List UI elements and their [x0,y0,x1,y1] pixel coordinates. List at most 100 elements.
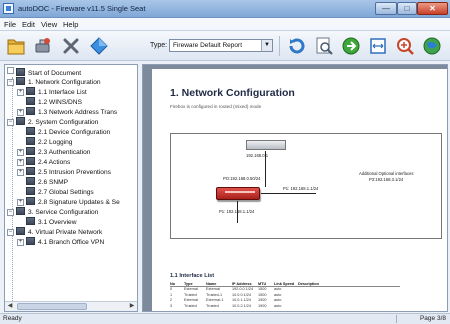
type-label: Type: [150,42,168,49]
table-cell: External [184,287,198,292]
tree-item-label: Start of Document [28,70,82,77]
refresh-icon[interactable] [286,35,308,57]
table-cell: Trusted [184,292,197,297]
diamond-icon[interactable] [88,35,110,57]
page-icon [26,137,35,145]
wrench-cross-icon[interactable] [60,35,82,57]
tree-item-service-config[interactable]: − 3. Service Configuration [7,207,98,217]
expand-icon[interactable]: + [17,89,24,96]
tree-item-interface-list[interactable]: +1.1 Interface List [17,87,87,97]
tree-item-system-config[interactable]: − 2. System Configuration [7,117,98,127]
tree-item-network-config[interactable]: − 1. Network Configuration [7,77,101,87]
table-cell: Trusted-1 [206,292,223,297]
minimize-button[interactable]: — [375,2,397,15]
document-viewer[interactable]: 1. Network Configuration Firebox is conf… [142,64,448,312]
expand-icon[interactable]: + [17,199,24,206]
table-cell: External [206,287,220,292]
folder-icon[interactable] [5,35,27,57]
table-cell: Type [184,282,193,286]
tree-item-wins-dns[interactable]: 1.2 WINS/DNS [26,97,82,107]
tree-item-label: 2.6 SNMP [38,179,69,186]
expand-icon[interactable]: + [17,239,24,246]
table-cell: Name [206,282,217,286]
collapse-icon[interactable]: − [7,209,14,216]
menu-view[interactable]: View [41,20,57,29]
tree-item-label: 3.1 Overview [38,219,77,226]
table-cell: 2 [170,298,173,303]
zoom-in-icon[interactable] [394,35,416,57]
page-icon [26,187,35,195]
report-type-value: Fireware Default Report [173,42,242,49]
globe-icon[interactable] [421,35,443,57]
uplink-line [265,151,266,187]
toolbar: Type: Fireware Default Report ▼ [0,31,450,61]
page-icon [26,167,35,175]
tree-item-global-settings[interactable]: 2.7 Global Settings [26,187,94,197]
fw-bottom-ip-label: P1: 192.168.1.1/24 [219,209,255,214]
table-cell: 1 [170,292,173,297]
table-cell: 1500 [258,298,267,303]
page-icon [16,77,25,85]
table-cell: auto [274,292,282,297]
scroll-left-icon[interactable]: ◀ [5,302,15,311]
fit-width-icon[interactable] [367,35,389,57]
table-cell: Link Speed [274,282,295,286]
chevron-down-icon[interactable]: ▼ [261,40,272,51]
tree-toggle[interactable] [7,67,14,74]
document-outline-tree[interactable]: Start of Document − 1. Network Configurat… [4,64,138,312]
tree-item-snmp[interactable]: 2.6 SNMP [26,177,68,187]
network-diagram: 192.168.0.1 PO:192.168.0.50/24 P1: 192.1… [170,133,442,239]
page-icon [16,227,25,235]
title-bar[interactable]: autoDOC - Fireware v11.5 Single Seat — □… [0,0,450,18]
scroll-right-icon[interactable]: ▶ [127,302,137,311]
tree-item-label: 2.3 Authentication [38,149,91,156]
go-icon[interactable] [340,35,362,57]
switch-icon [246,140,286,150]
expand-icon[interactable]: + [17,159,24,166]
tree-item-start[interactable]: Start of Document [7,67,81,77]
tree-item-nat[interactable]: +1.3 Network Address Trans [17,107,117,117]
page-icon [26,107,35,115]
collapse-icon[interactable]: − [7,229,14,236]
menu-file[interactable]: File [4,20,16,29]
zoom-page-icon[interactable] [313,35,335,57]
table-cell: External-1 [206,298,224,303]
table-cell: auto [274,303,282,308]
horizontal-scrollbar[interactable]: ◀ ▶ [5,301,137,311]
document-heading: 1. Network Configuration [170,87,295,99]
expand-icon[interactable]: + [17,169,24,176]
tree-item-logging[interactable]: 2.2 Logging [26,137,72,147]
menu-help[interactable]: Help [63,20,78,29]
tree-item-signature-updates[interactable]: +2.8 Signature Updates & Se [17,197,120,207]
table-cell: 1500 [258,287,267,292]
report-type-select[interactable]: Fireware Default Report ▼ [169,39,273,52]
tools-icon[interactable] [32,35,54,57]
tree-item-actions[interactable]: +2.4 Actions [17,157,70,167]
collapse-icon[interactable]: − [7,79,14,86]
close-button[interactable]: ✕ [417,2,448,15]
table-cell: 10.0.2.1/24 [232,303,252,308]
tree-item-authentication[interactable]: +2.3 Authentication [17,147,90,157]
tree-item-device-config[interactable]: 2.1 Device Configuration [26,127,110,137]
report-page: 1. Network Configuration Firebox is conf… [152,69,447,311]
window-title: autoDOC - Fireware v11.5 Single Seat [18,4,146,13]
menu-edit[interactable]: Edit [22,20,35,29]
table-cell: auto [274,298,282,303]
maximize-button[interactable]: □ [397,2,417,15]
tree-item-overview[interactable]: 3.1 Overview [26,217,76,227]
scroll-thumb[interactable] [17,303,87,310]
collapse-icon[interactable]: − [7,119,14,126]
tree-item-intrusion-prevention[interactable]: +2.5 Intrusion Preventions [17,167,111,177]
table-cell: 3 [170,303,173,308]
expand-icon[interactable]: + [17,149,24,156]
table-cell: Trusted [206,303,219,308]
page-icon [26,197,35,205]
expand-icon[interactable]: + [17,109,24,116]
page-icon [26,147,35,155]
status-bar: Ready Page 3/8 [0,313,450,324]
tree-item-vpn[interactable]: − 4. Virtual Private Network [7,227,102,237]
tree-item-label: 2. System Configuration [28,119,99,126]
interface-list-heading: 1.1 Interface List [170,273,215,279]
optional-interfaces-ip: P3:192.168.3.1/24 [369,177,404,182]
tree-item-branch-office-vpn[interactable]: +4.1 Branch Office VPN [17,237,104,247]
